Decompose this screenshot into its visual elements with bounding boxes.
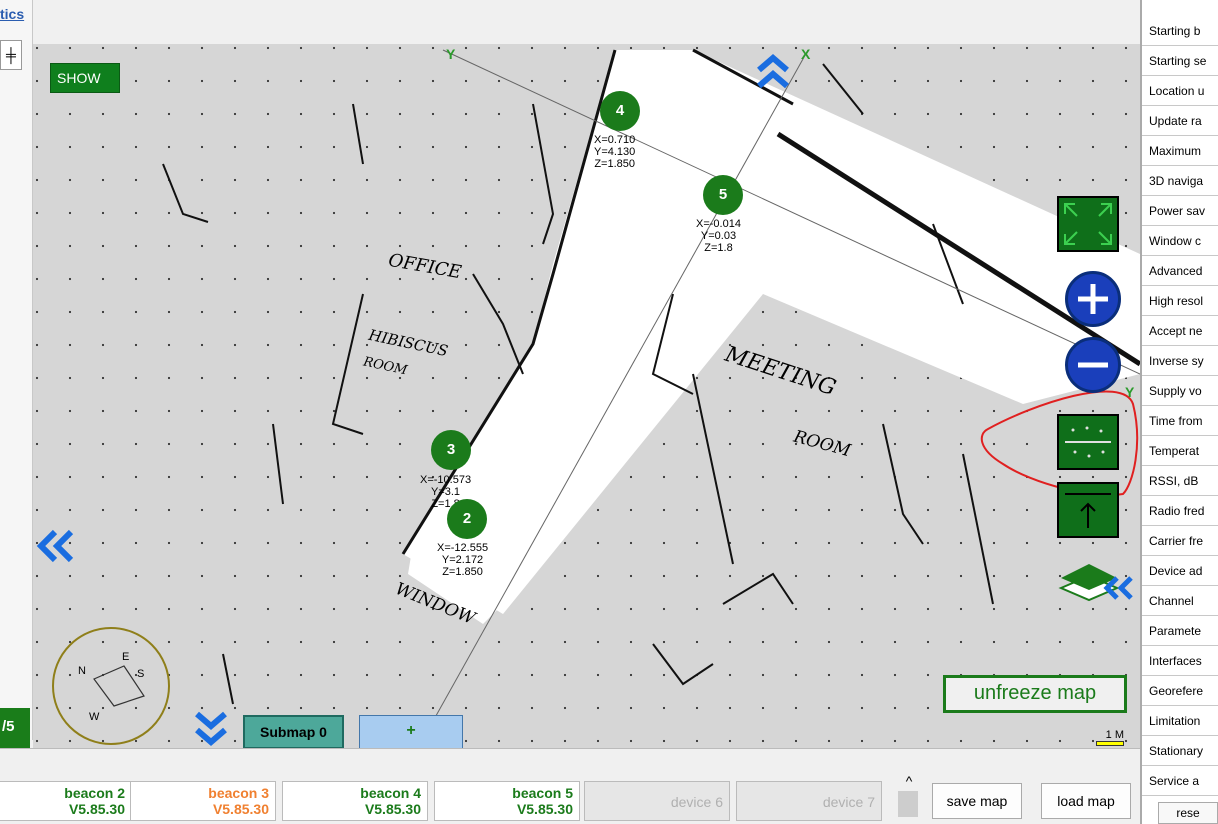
parameter-row[interactable]: Starting se [1142, 46, 1218, 76]
left-panel: tics ╪ /5 [0, 0, 33, 748]
scale-bar [1096, 741, 1124, 746]
map-grid-toggle-button[interactable] [1057, 414, 1119, 470]
compass-icon [52, 627, 170, 745]
grid-toggle-button[interactable]: ╪ [0, 40, 22, 70]
device-name: beacon 3 V5.85.30 [208, 785, 269, 817]
save-map-button[interactable]: save map [932, 783, 1022, 819]
compass-n: N [78, 665, 86, 677]
beacon-4-marker[interactable]: 4 [600, 91, 640, 131]
map-scale: 1 M [1096, 729, 1124, 746]
parameter-row[interactable]: Inverse sy [1142, 346, 1218, 376]
map-view[interactable]: SHOW Y X X Y OFFICE HIBISCUS ROOM MEETIN… [33, 44, 1140, 748]
add-submap-button[interactable]: + [359, 715, 463, 748]
parameter-row[interactable]: Update ra [1142, 106, 1218, 136]
parameter-row[interactable]: Channel [1142, 586, 1218, 616]
fullscreen-button[interactable] [1057, 196, 1119, 252]
zoom-in-button[interactable] [1065, 271, 1121, 327]
pan-down-icon[interactable] [191, 708, 231, 748]
parameter-row[interactable]: Georefere [1142, 676, 1218, 706]
parameter-row[interactable]: Location u [1142, 76, 1218, 106]
reset-button[interactable]: rese [1158, 802, 1218, 824]
parameter-row[interactable]: Limitation [1142, 706, 1218, 736]
compass-w: W [89, 711, 100, 723]
parameter-row[interactable]: 3D naviga [1142, 166, 1218, 196]
y-axis-label-top: Y [446, 46, 456, 62]
parameter-row[interactable]: Temperat [1142, 436, 1218, 466]
parameter-row[interactable]: Advanced [1142, 256, 1218, 286]
page-indicator: /5 [0, 708, 30, 748]
show-button[interactable]: SHOW [50, 63, 120, 93]
beacon-4-coords: X=0.710 Y=4.130 Z=1.850 [594, 134, 636, 170]
statistics-tab-link[interactable]: tics [0, 6, 24, 22]
parameter-row[interactable]: Paramete [1142, 616, 1218, 646]
scroll-thumb[interactable] [898, 791, 918, 817]
parameter-row[interactable]: High resol [1142, 286, 1218, 316]
beacon-3-marker[interactable]: 3 [431, 430, 471, 470]
zoom-out-button[interactable] [1065, 337, 1121, 393]
beacon-2-coords: X=-12.555 Y=2.172 Z=1.850 [437, 542, 489, 578]
device-card-beacon-2[interactable]: beacon 2 V5.85.30 [0, 781, 132, 821]
parameter-row[interactable]: Carrier fre [1142, 526, 1218, 556]
floorplan-layer [33, 44, 1140, 748]
y-axis-label-right: Y [1125, 384, 1135, 400]
beacon-5-coords: X=-0.014 Y=0.03 Z=1.8 [696, 218, 741, 254]
device-name: beacon 2 V5.85.30 [64, 785, 125, 817]
device-card-beacon-5[interactable]: beacon 5 V5.85.30 [434, 781, 580, 821]
parameter-row[interactable]: Window c [1142, 226, 1218, 256]
parameter-row[interactable]: Service a [1142, 766, 1218, 796]
device-card-beacon-4[interactable]: beacon 4 V5.85.30 [282, 781, 428, 821]
panel-header [1142, 0, 1218, 16]
scroll-up-icon[interactable]: ^ [898, 773, 920, 789]
parameter-row[interactable]: Device ad [1142, 556, 1218, 586]
parameter-row[interactable]: Radio fred [1142, 496, 1218, 526]
parameter-row[interactable]: Accept ne [1142, 316, 1218, 346]
device-card-beacon-3[interactable]: beacon 3 V5.85.30 [130, 781, 276, 821]
parameter-list: Starting b Starting se Location u Update ra… [1142, 16, 1218, 796]
minus-icon [1078, 362, 1108, 368]
beacon-5-marker[interactable]: 5 [703, 175, 743, 215]
pan-left-icon[interactable] [33, 526, 77, 566]
device-scroll[interactable]: ^ [898, 773, 920, 821]
device-name: beacon 5 V5.85.30 [512, 785, 573, 817]
layers-icon[interactable] [1055, 556, 1135, 612]
pan-up-icon[interactable] [753, 50, 793, 90]
parameter-row[interactable]: Interfaces [1142, 646, 1218, 676]
device-name: device 7 [822, 794, 875, 810]
arrow-up-icon [1065, 493, 1111, 528]
device-card-device-6[interactable]: device 6 [584, 781, 730, 821]
parameters-panel: Starting b Starting se Location u Update ra… [1140, 0, 1218, 824]
top-toolbar [33, 0, 1140, 44]
unfreeze-map-button[interactable]: unfreeze map [943, 675, 1127, 713]
load-map-button[interactable]: load map [1041, 783, 1131, 819]
device-name: device 6 [670, 794, 723, 810]
parameter-row[interactable]: Supply vo [1142, 376, 1218, 406]
beacon-2-marker[interactable]: 2 [447, 499, 487, 539]
device-bar: beacon 2V5.85.30 ✓ beacon 3V5.85.30 ✓ be… [0, 748, 1140, 824]
x-axis-label-top: X [801, 46, 811, 62]
parameter-row[interactable]: Power sav [1142, 196, 1218, 226]
grid-points-icon [1065, 426, 1111, 458]
parameter-row[interactable]: RSSI, dB [1142, 466, 1218, 496]
device-name: beacon 4 V5.85.30 [360, 785, 421, 817]
parameter-row[interactable]: Starting b [1142, 16, 1218, 46]
parameter-row[interactable]: Time from [1142, 406, 1218, 436]
compass-e: E [122, 651, 130, 663]
expand-icon [1064, 203, 1112, 245]
submap-button[interactable]: Submap 0 [243, 715, 344, 748]
plus-icon [1078, 284, 1108, 314]
north-up-button[interactable] [1057, 482, 1119, 538]
parameter-row[interactable]: Maximum [1142, 136, 1218, 166]
scale-label: 1 M [1105, 729, 1124, 741]
parameter-row[interactable]: Stationary [1142, 736, 1218, 766]
compass-s: S [137, 668, 145, 680]
device-card-device-7[interactable]: device 7 [736, 781, 882, 821]
